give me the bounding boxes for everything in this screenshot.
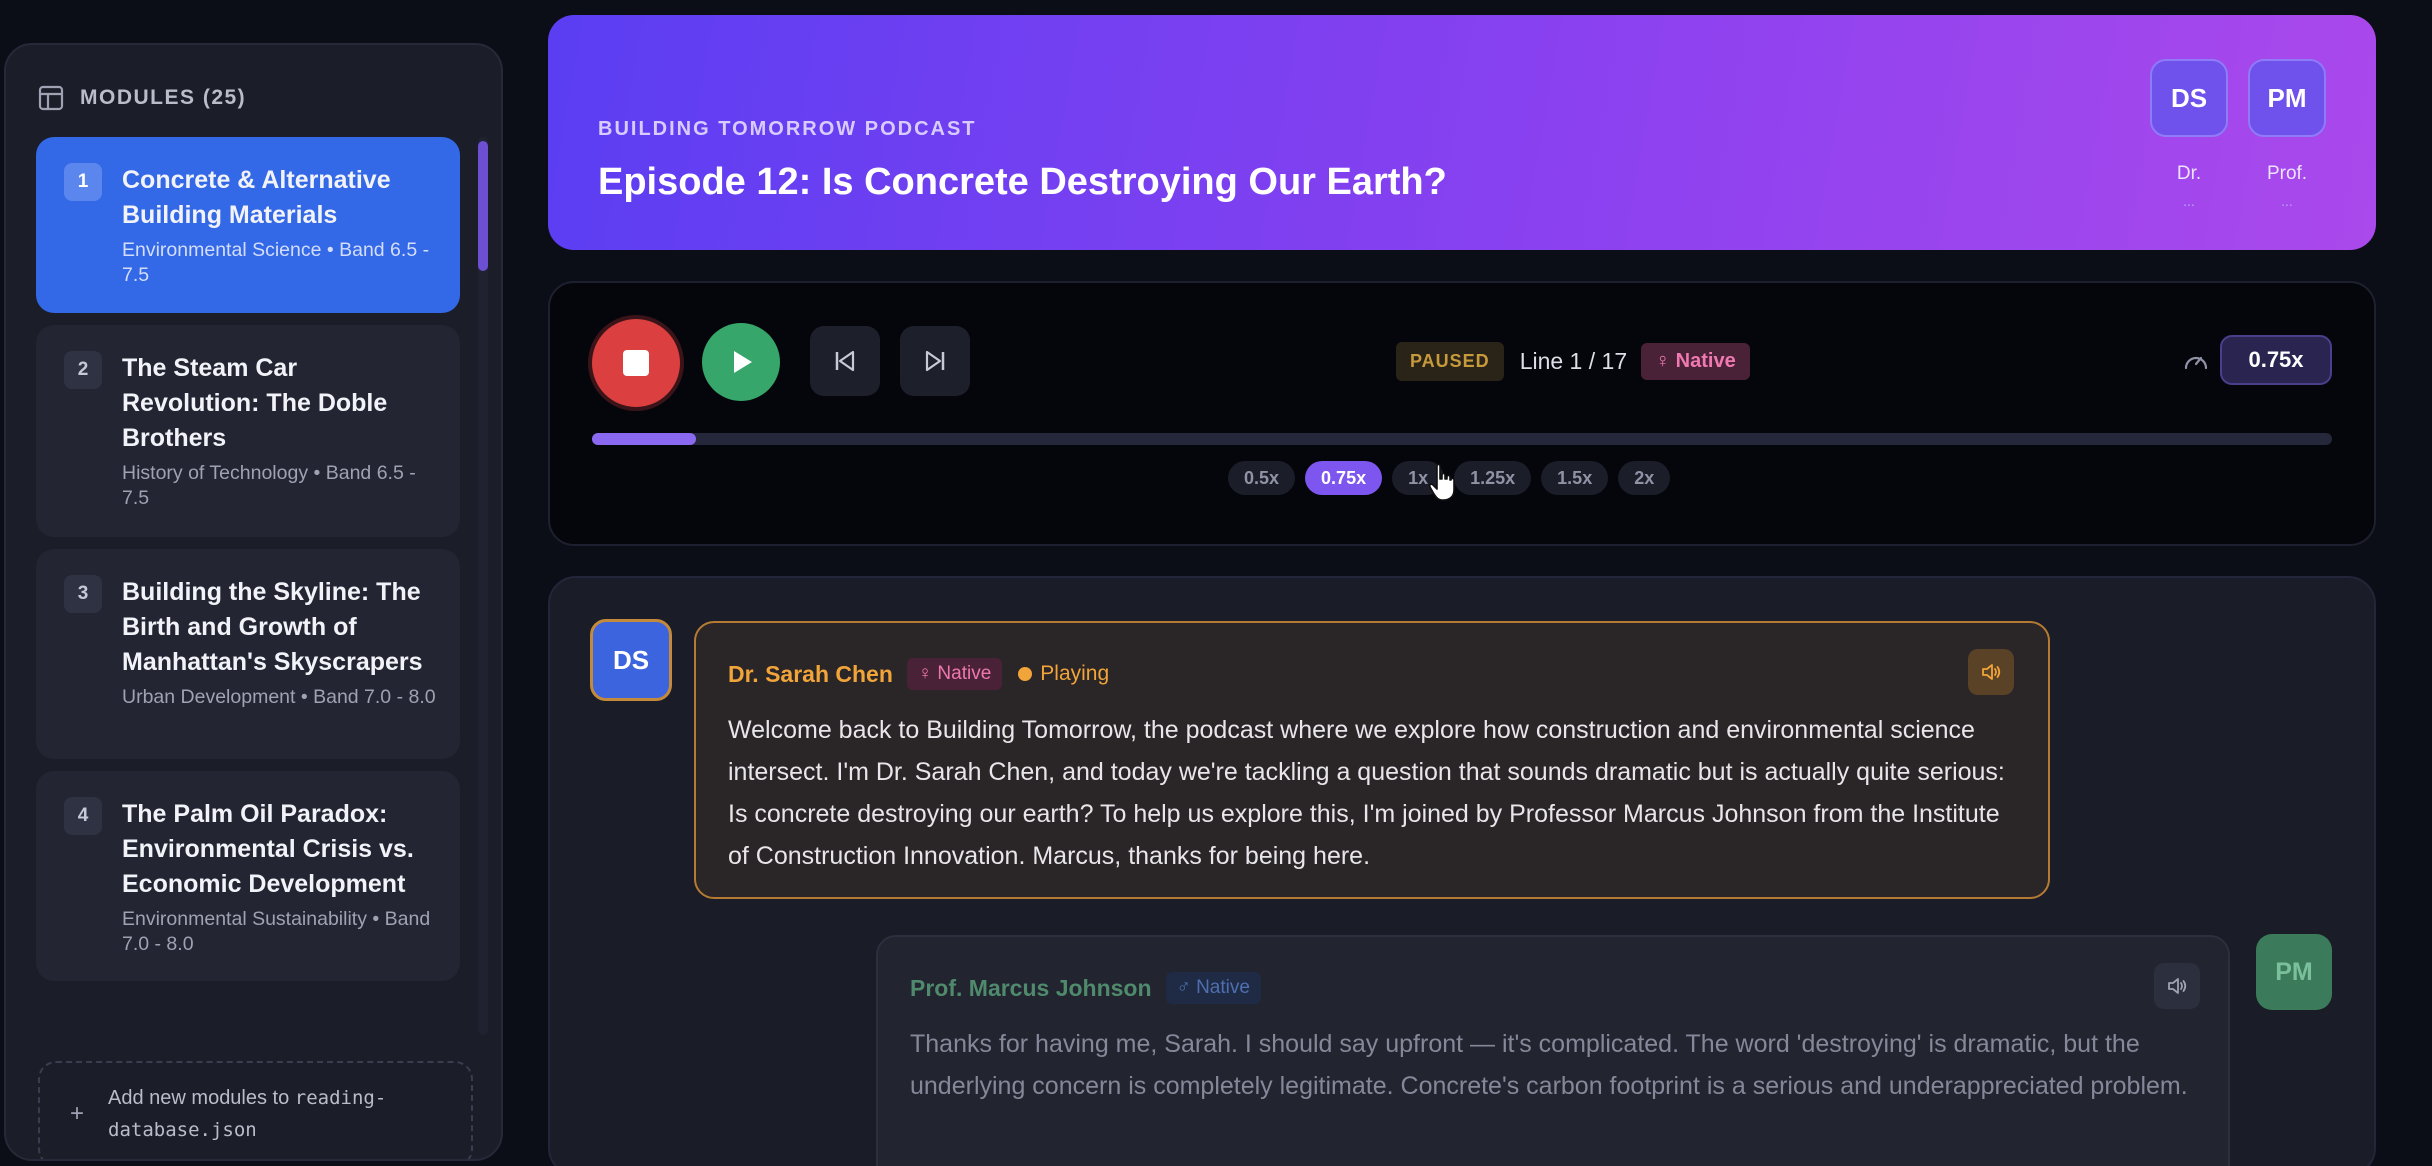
playing-status: Playing xyxy=(1040,662,1110,685)
stop-button[interactable] xyxy=(592,319,680,407)
stop-icon xyxy=(623,350,649,376)
message-text: Welcome back to Building Tomorrow, the p… xyxy=(728,716,2005,870)
module-title: Building the Skyline: The Birth and Grow… xyxy=(122,578,423,676)
speaker-name-pm: Prof. xyxy=(2266,163,2308,184)
modules-header: MODULES (25) xyxy=(38,81,246,115)
message-header: Prof. Marcus Johnson ♂ Native xyxy=(910,971,2196,1005)
module-title: The Steam Car Revolution: The Doble Brot… xyxy=(122,354,388,452)
episode-banner: BUILDING TOMORROW PODCAST Episode 12: Is… xyxy=(548,15,2376,250)
module-subtitle: History of Technology • Band 6.5 - 7.5 xyxy=(122,462,416,509)
speak-line-button[interactable] xyxy=(1968,649,2014,695)
previous-line-button[interactable] xyxy=(810,326,880,396)
current-speed-display[interactable]: 0.75x xyxy=(2220,335,2332,385)
module-subtitle: Urban Development • Band 7.0 - 8.0 xyxy=(122,686,436,708)
speaker-name-ds: Dr. xyxy=(2176,163,2202,184)
modules-title: MODULES (25) xyxy=(80,86,247,109)
transcript-line[interactable]: Prof. Marcus Johnson ♂ Native Thanks for… xyxy=(876,935,2230,1166)
module-scrollbar-thumb[interactable] xyxy=(478,141,488,271)
module-number: 1 xyxy=(64,163,102,201)
module-item-3[interactable]: 3 Building the Skyline: The Birth and Gr… xyxy=(36,549,460,759)
speedometer-icon xyxy=(2184,356,2208,370)
speaker-name-ellipsis: ... xyxy=(2281,193,2293,209)
speaker-avatar-ds: DS xyxy=(590,619,672,701)
speaker-name: Dr. Sarah Chen xyxy=(728,660,893,687)
voice-badge: ♀ Native xyxy=(906,658,1003,690)
play-button[interactable] xyxy=(702,323,780,401)
progress-bar[interactable] xyxy=(592,433,2332,445)
module-title: The Palm Oil Paradox: Environmental Cris… xyxy=(122,800,414,898)
speak-line-button[interactable] xyxy=(2154,963,2200,1009)
playback-status: PAUSED Line 1 / 17 ♀ Native xyxy=(1396,341,1750,381)
skip-back-icon xyxy=(835,350,855,372)
module-number: 4 xyxy=(64,797,102,835)
speaker-name: Prof. Marcus Johnson xyxy=(910,974,1152,1001)
voice-badge: ♂ Native xyxy=(1165,972,1261,1004)
speaker-name-ellipsis: ... xyxy=(2183,193,2195,209)
speed-option-1-25x[interactable]: 1.25x xyxy=(1454,461,1532,495)
speaker-volume-icon xyxy=(1982,664,2001,680)
episode-title: Episode 12: Is Concrete Destroying Our E… xyxy=(598,161,1447,203)
transcript-line-active[interactable]: Dr. Sarah Chen ♀ Native Playing Welcome … xyxy=(694,621,2050,899)
speaker-volume-icon xyxy=(2168,978,2187,994)
module-subtitle: Environmental Science • Band 6.5 - 7.5 xyxy=(122,239,430,286)
podcast-name: BUILDING TOMORROW PODCAST xyxy=(598,118,977,140)
module-subtitle: Environmental Sustainability • Band 7.0 … xyxy=(122,908,431,955)
speed-option-2x[interactable]: 2x xyxy=(1618,461,1671,495)
speaker-avatar-pm[interactable]: PM xyxy=(2248,59,2326,137)
progress-fill xyxy=(592,433,697,445)
play-icon xyxy=(734,351,752,373)
speaker-avatar-ds[interactable]: DS xyxy=(2150,59,2228,137)
audio-player: PAUSED Line 1 / 17 ♀ Native 0.75x 0.5x 0.… xyxy=(548,281,2376,546)
plus-icon: + xyxy=(70,1100,85,1127)
skip-forward-icon xyxy=(925,350,945,372)
playing-indicator-dot xyxy=(1018,667,1033,681)
speed-option-0-75x[interactable]: 0.75x xyxy=(1305,461,1383,495)
modules-sidebar: MODULES (25) 1 Concrete & Alternative Bu… xyxy=(4,43,503,1161)
add-modules-hint: + Add new modules to reading-database.js… xyxy=(38,1061,473,1159)
speaker-avatar-pm: PM xyxy=(2256,934,2332,1010)
next-line-button[interactable] xyxy=(900,326,970,396)
layout-icon xyxy=(38,85,64,111)
add-modules-text: Add new modules to reading-database.json xyxy=(108,1082,438,1146)
voice-badge: ♀ Native xyxy=(1641,342,1750,380)
message-header: Dr. Sarah Chen ♀ Native Playing xyxy=(728,657,2016,691)
module-item-4[interactable]: 4 The Palm Oil Paradox: Environmental Cr… xyxy=(36,771,460,981)
module-item-2[interactable]: 2 The Steam Car Revolution: The Doble Br… xyxy=(36,325,460,537)
status-badge: PAUSED xyxy=(1396,341,1504,381)
message-text: Thanks for having me, Sarah. I should sa… xyxy=(910,1030,2188,1100)
module-scrollbar[interactable] xyxy=(478,137,488,1035)
module-item-1[interactable]: 1 Concrete & Alternative Building Materi… xyxy=(36,137,460,313)
speed-option-0-5x[interactable]: 0.5x xyxy=(1228,461,1296,495)
mouse-pointer-icon xyxy=(1428,463,1455,501)
add-modules-prefix: Add new modules to xyxy=(108,1087,295,1109)
line-counter: Line 1 / 17 xyxy=(1519,347,1628,374)
module-number: 3 xyxy=(64,575,102,613)
module-number: 2 xyxy=(64,351,102,389)
speed-option-1-5x[interactable]: 1.5x xyxy=(1541,461,1609,495)
module-title: Concrete & Alternative Building Material… xyxy=(122,166,391,229)
